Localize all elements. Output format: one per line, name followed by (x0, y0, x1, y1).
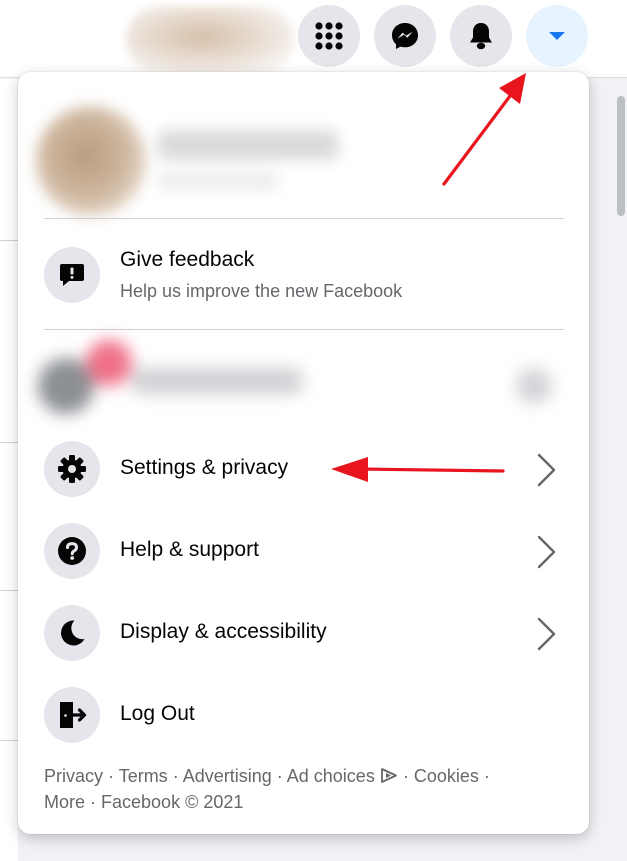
terms-link[interactable]: Terms (119, 766, 168, 786)
footer-separator: · (397, 766, 414, 786)
help-icon-circle (44, 523, 100, 579)
profile-shortcut-blurred[interactable] (126, 6, 294, 74)
menu-divider (44, 218, 564, 219)
footer-separator: · (103, 766, 119, 786)
chevron-right-icon (537, 535, 556, 569)
moon-icon (61, 620, 85, 646)
question-icon (58, 537, 86, 565)
caret-down-icon (549, 32, 565, 40)
chevron-right-icon (537, 453, 556, 487)
background-divider (0, 240, 18, 241)
gear-icon (58, 455, 86, 483)
logout-icon-circle (44, 687, 100, 743)
menu-divider (44, 329, 564, 330)
footer-separator: · (478, 766, 490, 786)
feedback-icon-circle (44, 247, 100, 303)
background-divider (0, 442, 18, 443)
cookies-link[interactable]: Cookies (414, 766, 479, 786)
display-icon-circle (44, 605, 100, 661)
notifications-button[interactable] (450, 5, 512, 67)
ad-choices-link[interactable]: Ad choices (287, 766, 398, 786)
settings-icon-circle (44, 441, 100, 497)
advertising-link[interactable]: Advertising (183, 766, 272, 786)
background-divider (0, 590, 18, 591)
messenger-button[interactable] (374, 5, 436, 67)
ad-choices-label: Ad choices (286, 766, 375, 786)
footer-separator: · (85, 792, 102, 812)
footer-links: Privacy · Terms · Advertising · Ad choic… (44, 763, 554, 815)
more-link[interactable]: More (44, 792, 85, 812)
top-bar (0, 0, 627, 78)
feedback-subtitle: Help us improve the new Facebook (120, 281, 403, 301)
display-accessibility-label: Display & accessibility (120, 620, 327, 643)
copyright-text: Facebook © 2021 (101, 792, 244, 812)
profile-name-blurred (158, 130, 338, 160)
ad-choices-icon (380, 768, 397, 783)
background-divider (0, 740, 18, 741)
profile-link-blurred[interactable] (28, 92, 388, 222)
settings-privacy-label: Settings & privacy (120, 456, 289, 479)
chevron-right-icon (537, 617, 556, 651)
account-dropdown-menu: Give feedback Help us improve the new Fa… (18, 72, 589, 834)
scrollbar-thumb[interactable] (617, 96, 625, 216)
menu-grid-icon (315, 22, 343, 50)
avatar (36, 106, 146, 216)
log-out-label: Log Out (120, 702, 195, 725)
menu-grid-button[interactable] (298, 5, 360, 67)
messenger-icon (392, 23, 418, 49)
profile-subtitle-blurred (158, 172, 278, 190)
footer-separator: · (271, 766, 287, 786)
switch-account-row-blurred[interactable] (24, 334, 579, 444)
logout-icon (60, 702, 87, 728)
bell-icon (470, 23, 492, 50)
help-support-label: Help & support (120, 538, 259, 561)
page-background (0, 79, 18, 861)
account-menu-button[interactable] (526, 5, 588, 67)
footer-separator: · (167, 766, 183, 786)
feedback-title: Give feedback (120, 248, 255, 271)
feedback-icon (60, 264, 84, 286)
privacy-link[interactable]: Privacy (44, 766, 103, 786)
